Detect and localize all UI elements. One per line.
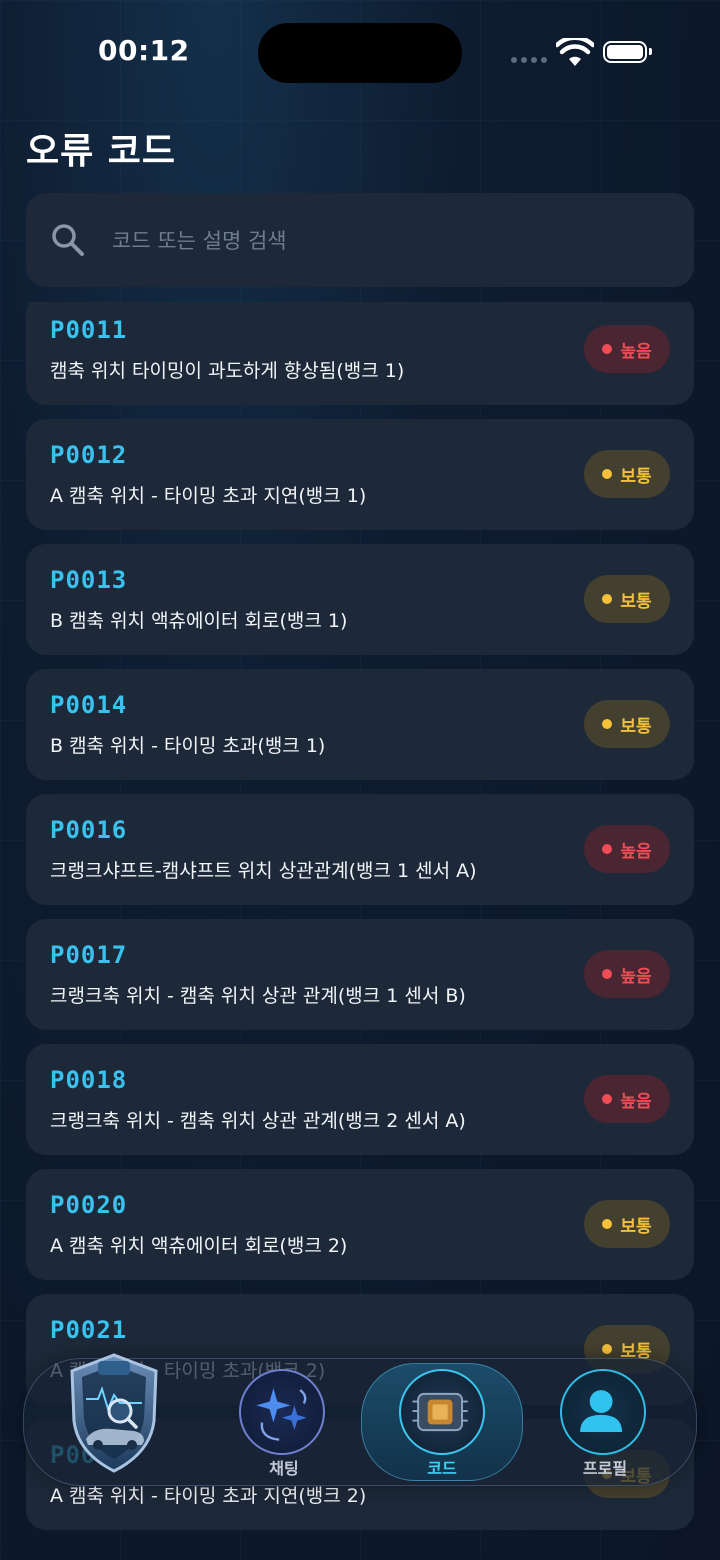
tab-bar: 채팅 코드 프로필 <box>23 1353 697 1486</box>
search-box[interactable] <box>26 193 694 287</box>
tab-chat-label: 채팅 <box>269 1459 299 1478</box>
code-description: B 캠축 위치 액츄에이터 회로(뱅크 1) <box>50 610 348 632</box>
severity-badge: 보통 <box>584 700 670 748</box>
profile-icon <box>560 1369 646 1455</box>
code-card[interactable]: P0020 A 캠축 위치 액츄에이터 회로(뱅크 2) 보통 <box>26 1169 694 1280</box>
code-description: 크랭크샤프트-캠샤프트 위치 상관관계(뱅크 1 센서 A) <box>50 860 477 882</box>
code-description: 크랭크축 위치 - 캠축 위치 상관 관계(뱅크 2 센서 A) <box>50 1110 466 1132</box>
severity-badge: 높음 <box>584 825 670 873</box>
severity-dot-icon <box>602 1344 613 1354</box>
code-id: P0011 <box>50 316 128 344</box>
severity-dot-icon <box>602 1219 613 1229</box>
tab-profile[interactable]: 프로필 <box>550 1359 660 1483</box>
severity-dot-icon <box>602 844 613 854</box>
severity-label: 높음 <box>620 841 652 862</box>
chat-sparkle-icon <box>239 1369 325 1455</box>
severity-label: 보통 <box>620 1216 652 1237</box>
code-card[interactable]: P0013 B 캠축 위치 액츄에이터 회로(뱅크 1) 보통 <box>26 544 694 655</box>
page-title: 오류 코드 <box>26 131 177 172</box>
severity-dot-icon <box>602 469 613 479</box>
severity-label: 보통 <box>620 716 652 737</box>
code-id: P0017 <box>50 941 128 969</box>
code-card[interactable]: P0017 크랭크축 위치 - 캠축 위치 상관 관계(뱅크 1 센서 B) 높음 <box>26 919 694 1030</box>
chip-icon <box>399 1369 485 1455</box>
tab-chat[interactable]: 채팅 <box>229 1359 339 1483</box>
code-description: A 캠축 위치 액츄에이터 회로(뱅크 2) <box>50 1235 348 1257</box>
severity-badge: 보통 <box>584 575 670 623</box>
code-description: A 캠축 위치 - 타이밍 초과 지연(뱅크 1) <box>50 485 367 507</box>
code-description: B 캠축 위치 - 타이밍 초과(뱅크 1) <box>50 735 326 757</box>
severity-badge: 보통 <box>584 450 670 498</box>
code-id: P0021 <box>50 1316 128 1344</box>
code-id: P0012 <box>50 441 128 469</box>
battery-icon <box>603 41 652 63</box>
status-bar: 00:12 <box>0 0 720 100</box>
code-card[interactable]: P0011 캠축 위치 타이밍이 과도하게 향상됨(뱅크 1) 높음 <box>26 302 694 405</box>
severity-dot-icon <box>602 594 613 604</box>
severity-label: 높음 <box>620 966 652 987</box>
severity-label: 높음 <box>620 341 652 362</box>
severity-dot-icon <box>602 719 613 729</box>
severity-badge: 높음 <box>584 1075 670 1123</box>
dynamic-island <box>258 23 462 83</box>
tab-ai[interactable] <box>54 1353 174 1483</box>
severity-dot-icon <box>602 969 613 979</box>
code-card[interactable]: P0012 A 캠축 위치 - 타이밍 초과 지연(뱅크 1) 보통 <box>26 419 694 530</box>
code-card[interactable]: P0014 B 캠축 위치 - 타이밍 초과(뱅크 1) 보통 <box>26 669 694 780</box>
code-id: P0016 <box>50 816 128 844</box>
code-description: 크랭크축 위치 - 캠축 위치 상관 관계(뱅크 1 센서 B) <box>50 985 466 1007</box>
status-time: 00:12 <box>98 34 190 67</box>
search-input[interactable] <box>110 213 654 269</box>
code-card[interactable]: P0016 크랭크샤프트-캠샤프트 위치 상관관계(뱅크 1 센서 A) 높음 <box>26 794 694 905</box>
signal-icon <box>511 57 547 63</box>
code-card[interactable]: P0018 크랭크축 위치 - 캠축 위치 상관 관계(뱅크 2 센서 A) 높음 <box>26 1044 694 1155</box>
severity-badge: 높음 <box>584 325 670 373</box>
severity-badge: 높음 <box>584 950 670 998</box>
code-id: P0020 <box>50 1191 128 1219</box>
severity-label: 높음 <box>620 1091 652 1112</box>
severity-dot-icon <box>602 1094 613 1104</box>
severity-label: 보통 <box>620 466 652 487</box>
severity-badge: 보통 <box>584 1200 670 1248</box>
tab-code[interactable]: 코드 <box>361 1359 523 1483</box>
search-icon <box>52 224 84 256</box>
severity-dot-icon <box>602 344 613 354</box>
code-description: 캠축 위치 타이밍이 과도하게 향상됨(뱅크 1) <box>50 360 405 382</box>
tab-code-label: 코드 <box>427 1459 457 1478</box>
code-id: P0013 <box>50 566 128 594</box>
ai-shield-logo-icon <box>70 1353 158 1473</box>
tab-profile-label: 프로필 <box>582 1459 628 1478</box>
code-id: P0018 <box>50 1066 128 1094</box>
severity-label: 보통 <box>620 591 652 612</box>
code-id: P0014 <box>50 691 128 719</box>
wifi-icon <box>556 38 594 66</box>
